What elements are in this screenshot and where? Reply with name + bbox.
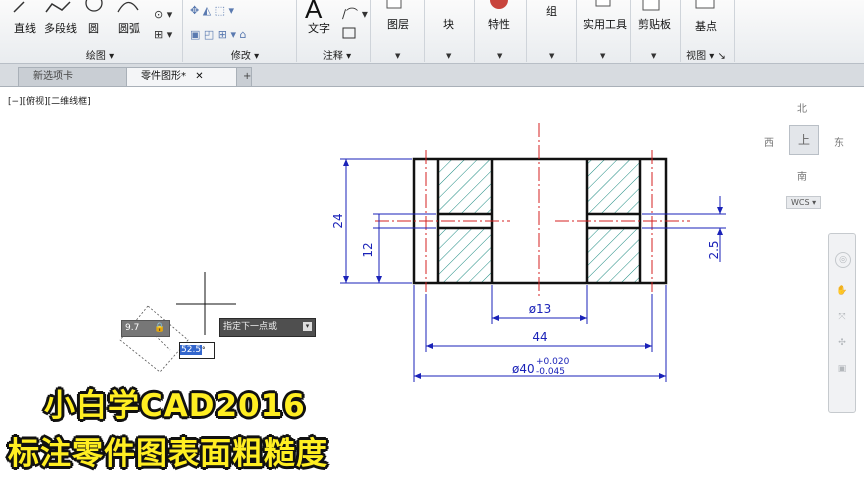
svg-text:∕⌒ ▾: ∕⌒ ▾ [342, 7, 368, 21]
tab-part-drawing[interactable]: 零件图形* ✕ [126, 67, 246, 86]
line-button[interactable]: 直线 [14, 20, 36, 36]
block-button[interactable]: 块 [443, 16, 454, 32]
separator [296, 0, 297, 62]
text-button[interactable]: 文字 [308, 20, 330, 36]
lock-icon: 🔒 [154, 323, 166, 333]
utilities-button[interactable]: 实用工具 [583, 16, 627, 32]
separator [526, 0, 527, 62]
caption-title: 小白学CAD2016 [44, 388, 306, 424]
circle-icon [85, 0, 103, 12]
prompt-text: 指定下一点或 [223, 322, 278, 332]
new-tab-button[interactable]: + [236, 67, 252, 86]
svg-text:▣ ◰ ⊞ ▾ ⌂: ▣ ◰ ⊞ ▾ ⌂ [190, 28, 247, 41]
dim-tol-lower: -0.045 [536, 367, 565, 377]
polyline-button[interactable]: 多段线 [44, 20, 77, 36]
clipboard-button[interactable]: 剪贴板 [638, 16, 671, 32]
tab-new[interactable]: 新选项卡 [18, 67, 130, 86]
layer-button[interactable]: 图层 [387, 16, 409, 32]
dim-dia40: ø40 [512, 362, 535, 376]
svg-text:⊙ ▾: ⊙ ▾ [154, 8, 173, 21]
group-draw[interactable]: 绘图 ▾ [80, 47, 120, 62]
separator [576, 0, 577, 62]
tab-label: 零件图形* [141, 71, 186, 82]
arc-button[interactable]: 圆弧 [118, 20, 140, 36]
arc-icon [117, 1, 139, 13]
dimension-texts: 24 12 2.5 ø13 44 ø40 +0.020 -0.045 [331, 213, 721, 377]
chevron-down-icon[interactable]: ▼ [446, 52, 451, 60]
command-prompt-tooltip: 指定下一点或 ▾ [219, 318, 316, 337]
dim-tol-upper: +0.020 [536, 357, 570, 367]
group-button[interactable]: 组 [546, 3, 557, 19]
dim-2-5: 2.5 [707, 240, 721, 259]
polyline-icon [45, 1, 71, 13]
dim-dia13: ø13 [529, 302, 552, 316]
length-value: 9.7 [125, 323, 140, 333]
close-icon[interactable]: ✕ [195, 71, 203, 82]
dim-24: 24 [331, 213, 345, 228]
dimension-lines [340, 158, 726, 382]
separator [680, 0, 681, 62]
group-label: 修改 [230, 51, 251, 62]
chevron-down-icon[interactable]: ▼ [651, 52, 656, 60]
circle-button[interactable]: 圆 [88, 20, 99, 36]
svg-text:⊞ ▾: ⊞ ▾ [154, 28, 173, 41]
tab-label: 新选项卡 [33, 71, 73, 82]
group-annotation[interactable]: 注释 ▾ [317, 47, 357, 62]
center-lines [375, 123, 690, 296]
line-icon [13, 1, 25, 13]
dim-12: 12 [361, 242, 375, 257]
chevron-down-icon[interactable]: ▼ [549, 52, 554, 60]
length-input[interactable]: 9.7 🔒 [121, 320, 170, 337]
angle-input[interactable]: 52.5° [179, 342, 215, 359]
options-down-icon[interactable]: ▾ [303, 322, 312, 331]
angle-value: 52.5 [180, 345, 203, 355]
ribbon: ⊙ ▾ ⊞ ▾ ✥ ◭ ⬚ ▾ ▣ ◰ ⊞ ▾ ⌂ ∕⌒ ▾ 直线 多段线 圆 … [0, 0, 864, 64]
separator [630, 0, 631, 62]
degree-symbol: ° [202, 346, 206, 354]
basepoint-button[interactable]: 基点 [695, 18, 717, 34]
separator [182, 0, 183, 62]
chevron-down-icon[interactable]: ▼ [497, 52, 502, 60]
drawing-canvas[interactable]: 24 12 2.5 ø13 44 ø40 +0.020 -0.045 [0, 86, 864, 486]
group-label: 注释 [322, 51, 343, 62]
group-label: 绘图 [85, 51, 106, 62]
separator [424, 0, 425, 62]
caption-subtitle: 标注零件图表面粗糙度 [8, 436, 328, 472]
separator [474, 0, 475, 62]
svg-text:✥ ◭ ⬚ ▾: ✥ ◭ ⬚ ▾ [190, 4, 235, 17]
chevron-down-icon[interactable]: ▼ [600, 52, 605, 60]
separator [734, 0, 735, 62]
rubber-band [119, 305, 189, 373]
group-label: 视图 [686, 51, 707, 62]
group-modify[interactable]: 修改 ▾ [225, 47, 265, 62]
separator [370, 0, 371, 62]
properties-button[interactable]: 特性 [488, 16, 510, 32]
chevron-down-icon[interactable]: ▼ [395, 52, 400, 60]
group-view[interactable]: 视图 ▾ ↘ [684, 47, 728, 62]
dim-44: 44 [532, 330, 547, 344]
document-tabbar: 新选项卡 零件图形* ✕ + [0, 64, 864, 87]
